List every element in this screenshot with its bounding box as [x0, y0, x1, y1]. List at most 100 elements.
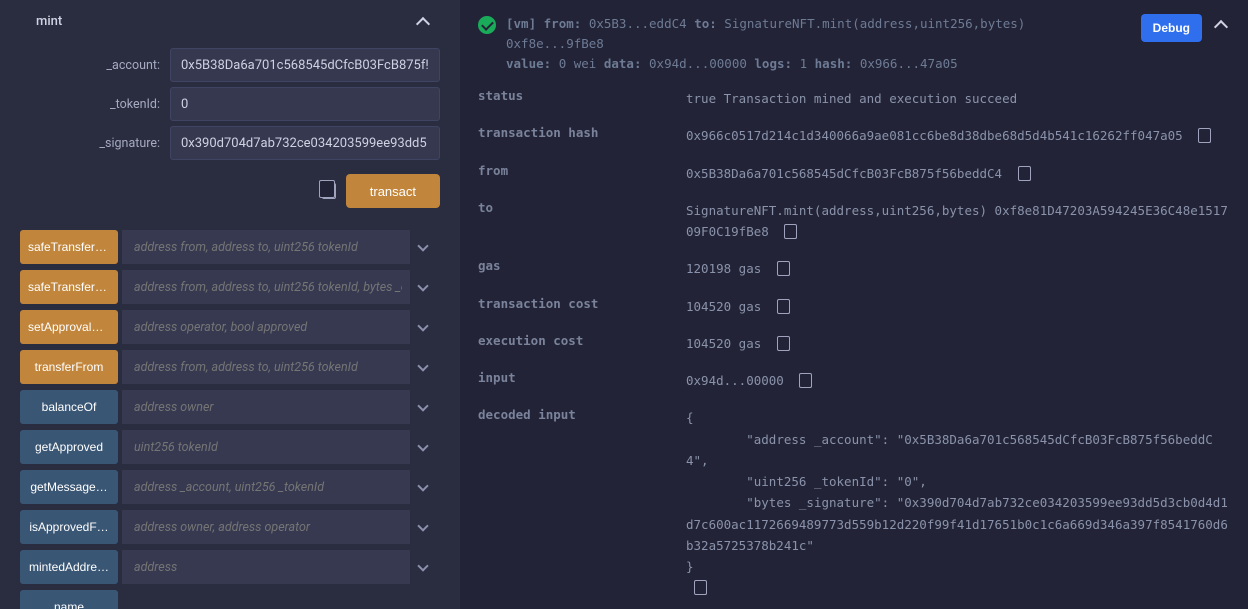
function-args-input[interactable] [134, 480, 402, 495]
terminal-panel: [vm] from: 0x5B3...eddC4 to: SignatureNF… [460, 0, 1248, 609]
copy-icon[interactable] [1200, 130, 1211, 143]
expanded-function-name: mint [36, 14, 62, 29]
function-args-input[interactable] [134, 360, 402, 375]
expand-function[interactable] [412, 270, 440, 304]
expand-function[interactable] [412, 550, 440, 584]
expanded-function-header[interactable]: mint [20, 0, 440, 43]
function-args-input[interactable] [134, 560, 402, 575]
param-input[interactable] [170, 126, 440, 160]
function-row: mintedAddre… [20, 550, 440, 584]
function-button[interactable]: safeTransferF… [20, 270, 118, 304]
function-row: safeTransferF… [20, 230, 440, 264]
chevron-down-icon [417, 280, 428, 291]
summary-value: 0 wei [559, 56, 597, 71]
function-row: balanceOf [20, 390, 440, 424]
transact-actions: transact [20, 174, 440, 208]
detail-key: transaction hash [478, 125, 686, 140]
debug-button[interactable]: Debug [1141, 14, 1202, 42]
detail-value: SignatureNFT.mint(address,uint256,bytes)… [686, 200, 1230, 243]
param-input[interactable] [170, 87, 440, 121]
detail-key: gas [478, 258, 686, 273]
function-args [122, 510, 410, 544]
function-button[interactable]: balanceOf [20, 390, 118, 424]
param-row: _signature: [20, 126, 440, 160]
function-button[interactable]: name [20, 590, 118, 609]
expand-function[interactable] [412, 470, 440, 504]
summary-from-kw: from: [544, 16, 582, 31]
function-args [122, 350, 410, 384]
function-button[interactable]: getApproved [20, 430, 118, 464]
copy-icon[interactable] [779, 263, 790, 276]
expand-function[interactable] [412, 430, 440, 464]
detail-key: decoded input [478, 407, 686, 422]
detail-row: gas120198 gas [478, 258, 1230, 279]
function-args [122, 550, 410, 584]
transact-button[interactable]: transact [346, 174, 440, 208]
function-args-input[interactable] [134, 280, 402, 295]
detail-value: 0x94d...00000 [686, 370, 1230, 391]
function-args [122, 270, 410, 304]
copy-icon[interactable] [696, 582, 707, 595]
detail-row: from0x5B38Da6a701c568545dCfcB03FcB875f56… [478, 163, 1230, 184]
function-args-input[interactable] [134, 240, 402, 255]
detail-key: input [478, 370, 686, 385]
detail-value: 104520 gas [686, 333, 1230, 354]
copy-icon[interactable] [779, 338, 790, 351]
detail-row: input0x94d...00000 [478, 370, 1230, 391]
function-button[interactable]: getMessage… [20, 470, 118, 504]
function-button[interactable]: transferFrom [20, 350, 118, 384]
copy-icon[interactable] [786, 226, 797, 239]
detail-value: 0x5B38Da6a701c568545dCfcB03FcB875f56bedd… [686, 163, 1230, 184]
param-row: _tokenId: [20, 87, 440, 121]
function-args [122, 470, 410, 504]
param-label: _signature: [20, 136, 170, 151]
chevron-up-icon[interactable] [1214, 20, 1228, 34]
detail-row: decoded input{ "address _account": "0x5B… [478, 407, 1230, 598]
detail-row: toSignatureNFT.mint(address,uint256,byte… [478, 200, 1230, 243]
function-button[interactable]: safeTransferF… [20, 230, 118, 264]
function-button[interactable]: mintedAddre… [20, 550, 118, 584]
summary-value-kw: value: [506, 56, 551, 71]
chevron-down-icon [417, 440, 428, 451]
chevron-up-icon[interactable] [416, 16, 430, 30]
detail-value: true Transaction mined and execution suc… [686, 88, 1230, 109]
summary-hash-kw: hash: [815, 56, 853, 71]
success-icon [478, 16, 496, 34]
detail-row: statustrue Transaction mined and executi… [478, 88, 1230, 109]
detail-key: transaction cost [478, 296, 686, 311]
terminal-summary: [vm] from: 0x5B3...eddC4 to: SignatureNF… [506, 14, 1131, 74]
detail-key: execution cost [478, 333, 686, 348]
detail-row: transaction hash0x966c0517d214c1d340066a… [478, 125, 1230, 146]
copy-icon[interactable] [779, 301, 790, 314]
copy-icon[interactable] [1020, 168, 1031, 181]
param-input[interactable] [170, 48, 440, 82]
summary-logs-kw: logs: [754, 56, 792, 71]
function-args-input[interactable] [134, 400, 402, 415]
copy-icon[interactable] [801, 375, 812, 388]
detail-value: 0x966c0517d214c1d340066a9ae081cc6be8d38d… [686, 125, 1230, 146]
detail-key: status [478, 88, 686, 103]
function-button[interactable]: setApprovalF… [20, 310, 118, 344]
summary-to: SignatureNFT.mint(address,uint256,bytes)… [506, 16, 1025, 51]
function-row: transferFrom [20, 350, 440, 384]
expand-function[interactable] [412, 350, 440, 384]
function-row: getApproved [20, 430, 440, 464]
left-panel: mint _account: _tokenId: _signature: trans… [0, 0, 460, 609]
detail-value: { "address _account": "0x5B38Da6a701c568… [686, 407, 1230, 598]
function-args-input[interactable] [134, 520, 402, 535]
summary-from: 0x5B3...eddC4 [589, 16, 687, 31]
expand-function[interactable] [412, 310, 440, 344]
function-args-input[interactable] [134, 440, 402, 455]
summary-data: 0x94d...00000 [649, 56, 747, 71]
param-label: _account: [20, 58, 170, 73]
function-row: getMessage… [20, 470, 440, 504]
function-row: safeTransferF… [20, 270, 440, 304]
expand-function[interactable] [412, 510, 440, 544]
expand-function[interactable] [412, 230, 440, 264]
function-row: setApprovalF… [20, 310, 440, 344]
function-button[interactable]: isApprovedF… [20, 510, 118, 544]
function-args-input[interactable] [134, 320, 402, 335]
expand-function[interactable] [412, 390, 440, 424]
copy-icon[interactable] [322, 183, 336, 199]
function-args [122, 430, 410, 464]
